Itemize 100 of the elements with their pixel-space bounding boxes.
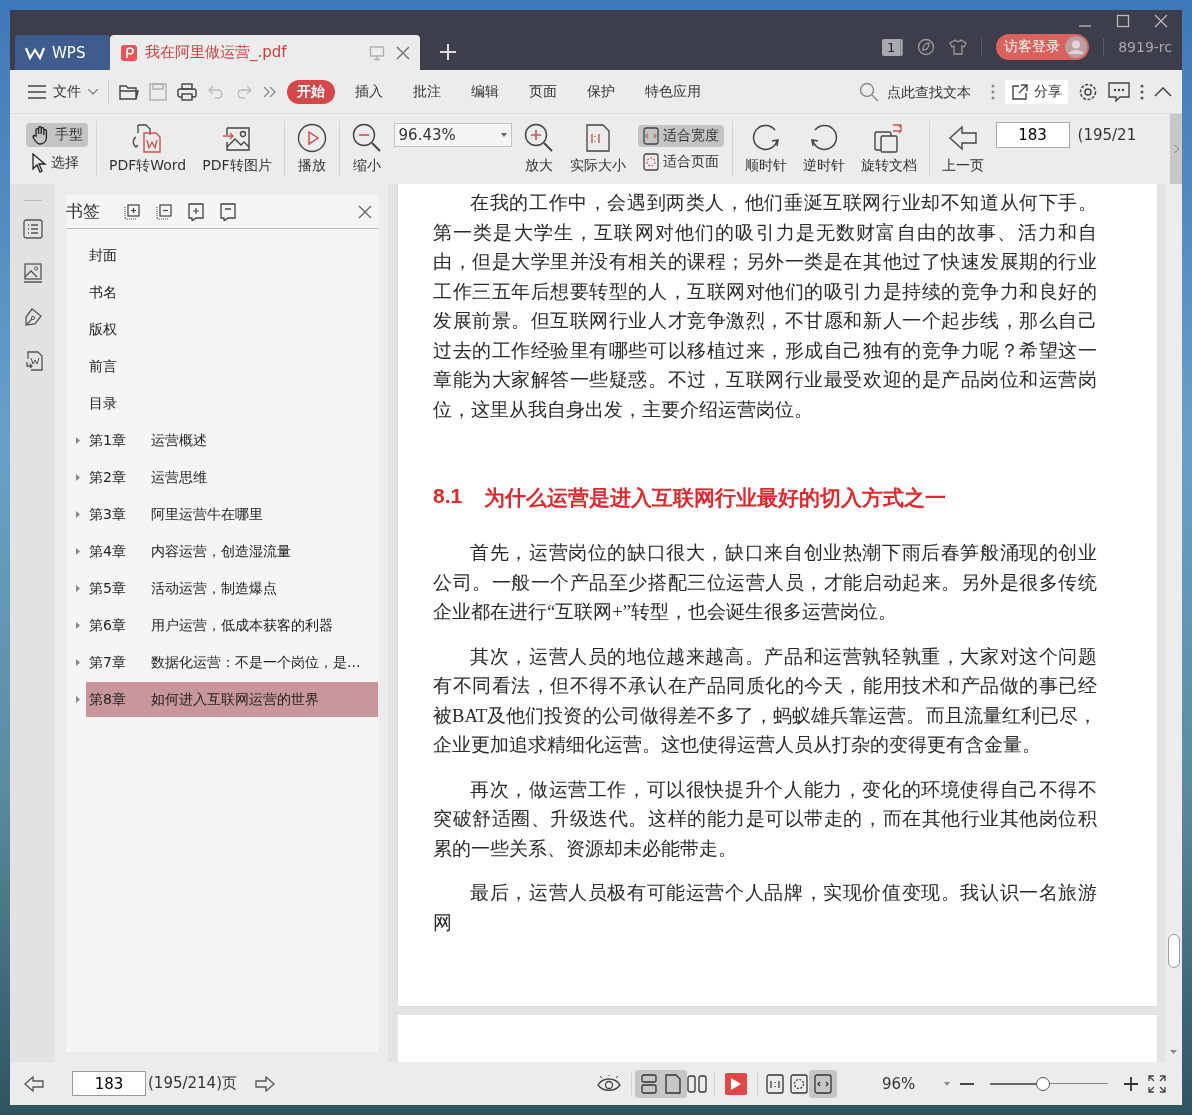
rotate-clockwise-button[interactable]: 顺时针 — [740, 123, 791, 175]
eye-icon[interactable] — [597, 1074, 621, 1093]
clockwise-arrow-icon — [750, 123, 781, 153]
panel-title: 书签 — [66, 200, 100, 223]
ribbon-tab[interactable]: 编辑 — [461, 79, 509, 104]
more-chevron-icon[interactable] — [263, 85, 277, 98]
settings-icon[interactable] — [1078, 81, 1098, 102]
bookmark-item[interactable]: 第6章 用户运营，低成本获客的利器 — [86, 608, 378, 643]
share-button[interactable]: 分享 — [1005, 79, 1068, 104]
one-to-one-icon — [766, 1073, 784, 1094]
scroll-down-icon[interactable] — [1170, 1050, 1177, 1054]
user-label: 8919-rc — [1118, 39, 1172, 55]
play-button[interactable]: 播放 — [292, 123, 331, 175]
folder-icon[interactable] — [119, 82, 139, 101]
rotate-document-button[interactable]: 旋转文档 — [856, 123, 921, 175]
two-pages-icon — [687, 1073, 707, 1094]
expand-triangle-icon[interactable] — [76, 437, 80, 444]
bookmark-item[interactable]: 第7章 数据化运营：不是一个岗位，是... — [86, 645, 378, 680]
search-icon — [859, 81, 879, 102]
actual-size-button[interactable]: 实际大小 — [565, 123, 630, 175]
ribbon-tab[interactable]: 批注 — [403, 79, 451, 104]
bookmark-item[interactable]: 第3章 阿里运营牛在哪里 — [86, 497, 378, 532]
right-arrow-icon[interactable] — [255, 1075, 276, 1092]
maximize-icon[interactable] — [1116, 14, 1130, 28]
zoom-out-icon — [351, 123, 382, 153]
pdf-to-image-button[interactable]: PDF转图片 — [198, 123, 276, 175]
new-tab-plus-icon[interactable] — [440, 44, 456, 60]
bookmark-item[interactable]: 封面 — [86, 238, 378, 273]
zoom-dropdown[interactable]: 96% — [850, 1074, 950, 1093]
vertical-dots-icon[interactable] — [1140, 82, 1144, 101]
shirt-icon[interactable] — [949, 38, 968, 56]
pen-icon[interactable] — [22, 307, 43, 327]
bookmark-item[interactable]: 前言 — [86, 349, 378, 384]
window-tab[interactable]: 我在阿里做运营_.pdf — [110, 35, 420, 70]
comment-icon[interactable] — [1108, 81, 1130, 102]
print-icon[interactable] — [177, 82, 197, 101]
vertical-dots-icon[interactable] — [991, 82, 995, 101]
bookmark-item[interactable]: 第8章 如何进入互联网运营的世界 — [86, 682, 378, 717]
expand-triangle-icon[interactable] — [76, 696, 80, 703]
body-paragraph: 最后，运营人员极有可能运营个人品牌，实现价值变现。我认识一名旅游网 — [433, 881, 1097, 935]
image-icon[interactable] — [22, 263, 43, 283]
close-icon[interactable] — [358, 204, 372, 219]
plus-icon[interactable] — [1124, 1076, 1138, 1091]
pdf-to-word-button[interactable]: PDF转Word — [105, 123, 191, 175]
select-tool-button[interactable]: 选择 — [26, 151, 88, 175]
hand-tool-button[interactable]: 手型 — [26, 123, 88, 147]
login-button[interactable]: 访客登录 — [996, 34, 1090, 60]
zoom-in-button[interactable]: 放大 — [519, 123, 558, 175]
leaf-circle-icon[interactable] — [917, 38, 936, 56]
expand-all-icon[interactable] — [124, 203, 140, 220]
expand-triangle-icon[interactable] — [76, 548, 80, 555]
expand-triangle-icon[interactable] — [76, 585, 80, 592]
play-button[interactable] — [725, 1072, 747, 1095]
page-number-field[interactable]: 183 — [995, 122, 1070, 148]
fit-page-button[interactable]: 适合页面 — [637, 151, 724, 173]
ribbon-tab[interactable]: 特色应用 — [635, 79, 711, 104]
close-icon[interactable] — [1154, 14, 1168, 28]
ribbon-tab[interactable]: 页面 — [519, 79, 567, 104]
left-arrow-icon[interactable] — [24, 1075, 44, 1092]
expand-triangle-icon[interactable] — [76, 659, 80, 666]
window-count-badge[interactable]: 1 — [881, 38, 904, 56]
scrollbar-thumb[interactable] — [1168, 934, 1180, 968]
counterclockwise-arrow-icon — [808, 123, 839, 153]
bookmark-item[interactable]: 版权 — [86, 312, 378, 347]
ribbon-tab[interactable]: 开始 — [287, 79, 335, 104]
close-icon[interactable] — [396, 45, 410, 60]
share-icon — [1011, 82, 1029, 101]
bookmark-item[interactable]: 第1章 运营概述 — [86, 423, 378, 458]
fit-page-icon — [642, 153, 659, 171]
view-mode-button[interactable] — [659, 1069, 687, 1098]
expand-triangle-icon[interactable] — [76, 474, 80, 481]
previous-page-button[interactable]: 上一页 — [937, 123, 988, 175]
zoom-dropdown[interactable]: 96.43% — [393, 123, 512, 147]
bookmark-item[interactable]: 第2章 运营思维 — [86, 460, 378, 495]
slider-thumb[interactable] — [1036, 1076, 1051, 1091]
bookmark-icon[interactable] — [220, 202, 236, 221]
vertical-scrollbar[interactable] — [1165, 184, 1182, 1062]
search-field[interactable]: 点此查找文本 — [859, 81, 981, 102]
fit-mode-button[interactable] — [809, 1069, 837, 1098]
collapse-all-icon[interactable] — [156, 203, 172, 220]
chevron-right-icon — [1173, 145, 1179, 153]
expand-triangle-icon[interactable] — [76, 622, 80, 629]
fullscreen-icon[interactable] — [1148, 1074, 1166, 1093]
list-icon[interactable] — [22, 219, 43, 239]
zoom-out-button[interactable]: 缩小 — [347, 123, 386, 175]
file-menu[interactable]: 文件 — [28, 82, 98, 101]
expand-triangle-icon[interactable] — [76, 511, 80, 518]
bookmark-item[interactable]: 书名 — [86, 275, 378, 310]
bookmark-item[interactable]: 目录 — [86, 386, 378, 421]
bookmark-item[interactable]: 第4章 内容运营，创造湿流量 — [86, 534, 378, 569]
add-bookmark-icon[interactable] — [188, 202, 204, 221]
fit-width-button[interactable]: 适合宽度 — [637, 125, 724, 147]
ribbon-tab[interactable]: 插入 — [345, 79, 393, 104]
window-tab[interactable]: WPS — [15, 35, 110, 70]
left-arrow-icon — [947, 123, 978, 153]
rotate-counterclockwise-button[interactable]: 逆时针 — [798, 123, 849, 175]
page-number-field[interactable]: 183 — [72, 1071, 146, 1096]
bookmark-item[interactable]: 第5章 活动运营，制造爆点 — [86, 571, 378, 606]
ribbon-tab[interactable]: 保护 — [577, 79, 625, 104]
collapse-chevron-icon[interactable] — [1154, 86, 1172, 97]
